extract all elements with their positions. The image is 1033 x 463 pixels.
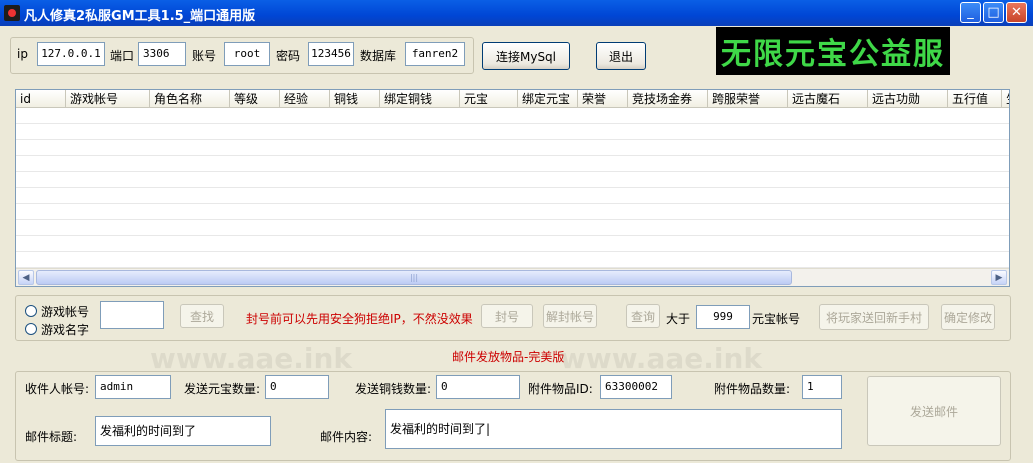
ip-input[interactable]: 127.0.0.1 [37,42,105,66]
port-label: 端口 [110,49,135,63]
item-id-input[interactable]: 63300002 [600,375,672,399]
column-header[interactable]: 跨服荣誉 [708,90,788,108]
account-input[interactable]: root [224,42,270,66]
column-header[interactable]: 荣誉 [578,90,628,108]
promo-banner: 无限元宝公益服 [716,27,950,75]
copper-qty-input[interactable]: 0 [436,375,520,399]
yuanbao-threshold-input[interactable]: 999 [696,305,750,329]
radio-account-label: 游戏帐号 [41,305,90,319]
recipient-input[interactable]: admin [95,375,171,399]
radio-name-label: 游戏名字 [41,323,90,337]
grid-header: id 游戏帐号 角色名称 等级 经验 铜钱 绑定铜钱 元宝 绑定元宝 荣誉 竞技场金券 跨服荣誉 远古魔… [16,90,1009,108]
radio-name[interactable] [25,323,37,335]
column-header[interactable]: 五行值 [948,90,1002,108]
horizontal-scrollbar[interactable]: ◀ ||| ▶ [16,268,1009,286]
scroll-right-icon[interactable]: ▶ [991,270,1007,285]
column-header[interactable]: 绑定元宝 [518,90,578,108]
content-textarea[interactable]: 发福利的时间到了| [385,409,842,449]
send-to-novice-village-button[interactable]: 将玩家送回新手村 [819,304,929,330]
column-header[interactable]: 竞技场金券 [628,90,708,108]
scroll-left-icon[interactable]: ◀ [18,270,34,285]
ban-warning-text: 封号前可以先用安全狗拒绝IP，不然没效果 [246,312,473,326]
recipient-label: 收件人帐号: [25,382,90,396]
column-header[interactable]: 远古魔石 [788,90,868,108]
column-header[interactable]: 远古功勋 [868,90,948,108]
connect-mysql-button[interactable]: 连接MySql [482,42,570,70]
close-button[interactable]: ✕ [1006,2,1027,23]
column-header[interactable]: 游戏帐号 [66,90,150,108]
unban-button[interactable]: 解封帐号 [543,304,597,328]
scrollbar-thumb[interactable]: ||| [36,270,792,285]
content-label: 邮件内容: [320,430,373,444]
column-header[interactable]: 元宝 [460,90,518,108]
search-input[interactable] [100,301,164,329]
database-input[interactable]: fanren2 [405,42,465,66]
copper-qty-label: 发送铜钱数量: [355,382,432,396]
radio-account[interactable] [25,305,37,317]
mail-section-title: 邮件发放物品-完美版 [452,350,565,364]
column-header[interactable]: 经验 [280,90,330,108]
yuanbao-account-label: 元宝帐号 [752,312,801,326]
column-header[interactable]: id [16,90,66,108]
maximize-button[interactable]: □ [983,2,1004,23]
column-header[interactable]: 等级 [230,90,280,108]
title-bar: 凡人修真2私服GM工具1.5_端口通用版 _ □ ✕ [0,0,1033,26]
item-qty-input[interactable]: 1 [802,375,842,399]
password-input[interactable]: 123456 [308,42,354,66]
account-label: 账号 [192,49,217,63]
port-input[interactable]: 3306 [138,42,186,66]
query-button[interactable]: 查询 [626,304,660,328]
send-mail-button[interactable]: 发送邮件 [867,376,1001,446]
grid-body[interactable] [16,108,1009,268]
database-label: 数据库 [360,49,397,63]
yuanbao-qty-label: 发送元宝数量: [184,382,261,396]
item-id-label: 附件物品ID: [528,382,593,396]
column-header[interactable]: 铜钱 [330,90,380,108]
window-title: 凡人修真2私服GM工具1.5_端口通用版 [24,9,256,24]
ip-label: ip [17,47,28,61]
confirm-modify-button[interactable]: 确定修改 [941,304,995,330]
yuanbao-qty-input[interactable]: 0 [265,375,329,399]
app-icon [4,5,20,21]
column-header[interactable]: 角色名称 [150,90,230,108]
player-data-grid[interactable]: id 游戏帐号 角色名称 等级 经验 铜钱 绑定铜钱 元宝 绑定元宝 荣誉 竞技场金券 跨服荣誉 远古魔… [15,89,1010,287]
subject-input[interactable]: 发福利的时间到了 [95,416,271,446]
exit-button[interactable]: 退出 [596,42,646,70]
subject-label: 邮件标题: [25,430,78,444]
item-qty-label: 附件物品数量: [714,382,791,396]
password-label: 密码 [276,49,301,63]
minimize-button[interactable]: _ [960,2,981,23]
greater-than-label: 大于 [666,312,691,326]
search-button[interactable]: 查找 [180,304,224,328]
column-header[interactable]: 绑定铜钱 [380,90,460,108]
ban-button[interactable]: 封号 [481,304,533,328]
column-header[interactable]: 生 [1002,90,1009,108]
